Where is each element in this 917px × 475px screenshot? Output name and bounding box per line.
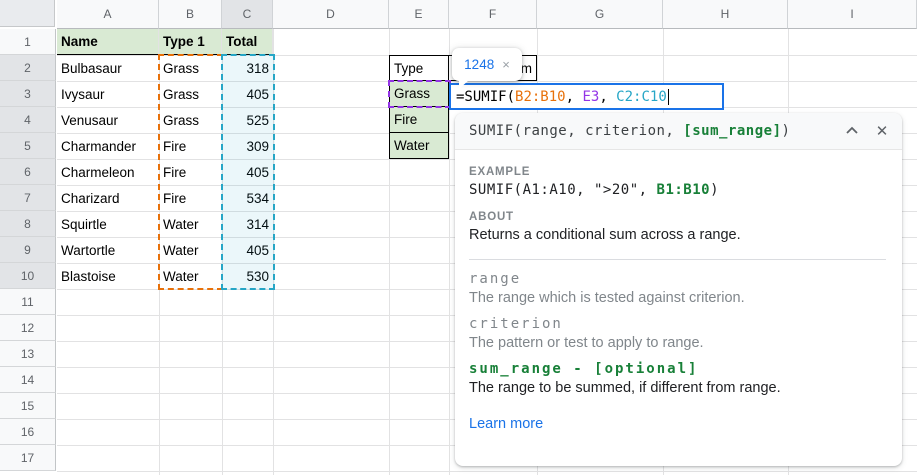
row-header-17[interactable]: 17 bbox=[0, 445, 56, 471]
row-header-13[interactable]: 13 bbox=[0, 341, 56, 367]
formula-part: B2:B10 bbox=[515, 89, 566, 105]
column-header-F[interactable]: F bbox=[449, 0, 537, 29]
row-header-14[interactable]: 14 bbox=[0, 367, 56, 393]
column-header-D[interactable]: D bbox=[273, 0, 389, 29]
cell-C5[interactable]: 309 bbox=[222, 133, 273, 159]
cell-A6[interactable]: Charmeleon bbox=[57, 159, 159, 185]
cell-E2[interactable]: Type bbox=[389, 55, 449, 81]
cell-A8[interactable]: Squirtle bbox=[57, 211, 159, 237]
select-all-corner[interactable] bbox=[0, 0, 57, 29]
cell-A2[interactable]: Bulbasaur bbox=[57, 55, 159, 81]
close-icon[interactable]: ✕ bbox=[874, 123, 890, 139]
cell-C8[interactable]: 314 bbox=[222, 211, 273, 237]
about-label: ABOUT bbox=[469, 211, 886, 223]
cell-A1[interactable]: Name bbox=[57, 29, 159, 55]
cell-C4[interactable]: 525 bbox=[222, 107, 273, 133]
optional-arg: [sum_range] bbox=[683, 123, 781, 139]
cell-A10[interactable]: Blastoise bbox=[57, 263, 159, 289]
column-header-A[interactable]: A bbox=[57, 0, 159, 29]
cell-C6[interactable]: 405 bbox=[222, 159, 273, 185]
function-signature: SUMIF(range, criterion, [sum_range]) bbox=[469, 123, 790, 139]
row-header-9[interactable]: 9 bbox=[0, 237, 56, 263]
cell-B5[interactable]: Fire bbox=[159, 133, 222, 159]
cell-E4[interactable]: Fire bbox=[389, 107, 449, 133]
row-header-16[interactable]: 16 bbox=[0, 419, 56, 445]
column-header-B[interactable]: B bbox=[159, 0, 222, 29]
about-text: Returns a conditional sum across a range… bbox=[469, 227, 886, 243]
formula-result-value: 1248 bbox=[464, 57, 494, 72]
spreadsheet: ABCDEFGHI 1234567891011121314151617 Name… bbox=[0, 0, 917, 475]
cell-A7[interactable]: Charizard bbox=[57, 185, 159, 211]
cell-B6[interactable]: Fire bbox=[159, 159, 222, 185]
cell-B1[interactable]: Type 1 bbox=[159, 29, 222, 55]
learn-more-link[interactable]: Learn more bbox=[469, 416, 543, 432]
row-header-5[interactable]: 5 bbox=[0, 133, 56, 159]
cell-B10[interactable]: Water bbox=[159, 263, 222, 289]
cell-C1[interactable]: Total bbox=[222, 29, 273, 55]
cell-E5[interactable]: Water bbox=[389, 133, 449, 159]
formula-result-tooltip: 1248 × bbox=[452, 48, 522, 81]
param-sum-range: sum_range - [optional] The range to be s… bbox=[469, 361, 886, 396]
row-header-7[interactable]: 7 bbox=[0, 185, 56, 211]
formula-part: =SUMIF( bbox=[456, 89, 515, 105]
cell-B7[interactable]: Fire bbox=[159, 185, 222, 211]
function-help-body: EXAMPLE SUMIF(A1:A10, ">20", B1:B10) ABO… bbox=[455, 150, 902, 433]
cell-B8[interactable]: Water bbox=[159, 211, 222, 237]
divider bbox=[469, 259, 886, 260]
formula-part: , bbox=[599, 89, 616, 105]
cell-E3[interactable]: Grass bbox=[389, 81, 449, 107]
cell-B4[interactable]: Grass bbox=[159, 107, 222, 133]
row-header-15[interactable]: 15 bbox=[0, 393, 56, 419]
cell-C7[interactable]: 534 bbox=[222, 185, 273, 211]
param-range: range The range which is tested against … bbox=[469, 271, 886, 306]
cell-B3[interactable]: Grass bbox=[159, 81, 222, 107]
grid-line bbox=[57, 471, 917, 472]
example-label: EXAMPLE bbox=[469, 166, 886, 178]
function-signature-bar: SUMIF(range, criterion, [sum_range]) ✕ bbox=[455, 113, 902, 150]
formula-editor[interactable]: =SUMIF(B2:B10, E3, C2:C10 bbox=[449, 83, 724, 110]
cell-A9[interactable]: Wartortle bbox=[57, 237, 159, 263]
column-header-G[interactable]: G bbox=[537, 0, 663, 29]
cell-C2[interactable]: 318 bbox=[222, 55, 273, 81]
cell-C10[interactable]: 530 bbox=[222, 263, 273, 289]
row-header-10[interactable]: 10 bbox=[0, 263, 56, 289]
formula-part: E3 bbox=[582, 89, 599, 105]
text-cursor bbox=[668, 89, 669, 105]
row-header-1[interactable]: 1 bbox=[0, 29, 56, 55]
cell-A4[interactable]: Venusaur bbox=[57, 107, 159, 133]
column-header-H[interactable]: H bbox=[663, 0, 788, 29]
row-header-6[interactable]: 6 bbox=[0, 159, 56, 185]
row-header-4[interactable]: 4 bbox=[0, 107, 56, 133]
close-icon[interactable]: × bbox=[502, 57, 510, 72]
cell-C3[interactable]: 405 bbox=[222, 81, 273, 107]
chevron-up-icon[interactable] bbox=[844, 123, 860, 139]
row-header-12[interactable]: 12 bbox=[0, 315, 56, 341]
cell-A3[interactable]: Ivysaur bbox=[57, 81, 159, 107]
function-help-popup: SUMIF(range, criterion, [sum_range]) ✕ E… bbox=[455, 113, 902, 466]
column-header-I[interactable]: I bbox=[788, 0, 917, 29]
example-highlight-range: B1:B10 bbox=[657, 182, 711, 198]
cell-B9[interactable]: Water bbox=[159, 237, 222, 263]
cell-C9[interactable]: 405 bbox=[222, 237, 273, 263]
select-all-box bbox=[0, 0, 55, 27]
cell-B2[interactable]: Grass bbox=[159, 55, 222, 81]
example-code: SUMIF(A1:A10, ">20", B1:B10) bbox=[469, 182, 886, 198]
row-header-11[interactable]: 11 bbox=[0, 289, 56, 315]
column-header-C[interactable]: C bbox=[222, 0, 273, 29]
row-header-2[interactable]: 2 bbox=[0, 55, 56, 81]
tooltip-pointer bbox=[459, 80, 469, 89]
param-criterion: criterion The pattern or test to apply t… bbox=[469, 316, 886, 351]
row-header-8[interactable]: 8 bbox=[0, 211, 56, 237]
cell-A5[interactable]: Charmander bbox=[57, 133, 159, 159]
formula-part: C2:C10 bbox=[616, 89, 667, 105]
row-header-3[interactable]: 3 bbox=[0, 81, 56, 107]
grid-line bbox=[273, 29, 274, 475]
column-header-E[interactable]: E bbox=[389, 0, 449, 29]
formula-part: , bbox=[566, 89, 583, 105]
formula-text: =SUMIF(B2:B10, E3, C2:C10 bbox=[456, 89, 667, 105]
